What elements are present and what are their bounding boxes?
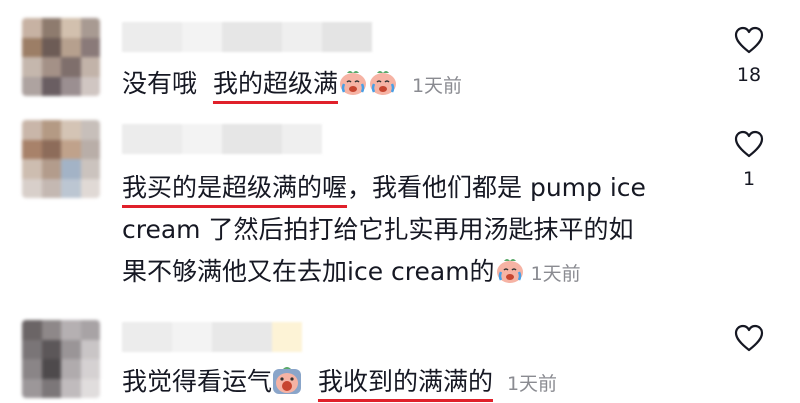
heart-icon xyxy=(734,26,764,54)
avatar[interactable] xyxy=(22,120,100,198)
comment-plain-text: 我觉得看运气 xyxy=(122,367,273,396)
comment-line: 果不够满他又在去加ice cream的 1天前 xyxy=(122,255,581,286)
comment-line: cream 了然后拍打给它扎实再用汤匙抹平的如 xyxy=(122,215,634,244)
avatar[interactable] xyxy=(22,320,100,398)
comment-text: 我买的是超级满的喔，我看他们都是 pump ice cream 了然后拍打给它扎… xyxy=(122,170,646,292)
comment-text: 没有哦 我的超级满 1天前 xyxy=(122,66,462,104)
username-blurred[interactable] xyxy=(122,322,302,352)
like-button[interactable]: 1 xyxy=(734,130,764,190)
comment-time: 1天前 xyxy=(530,263,581,285)
crying-face-emoji xyxy=(338,67,368,97)
comment-plain-text: 没有哦 xyxy=(122,69,198,98)
crying-face-emoji xyxy=(368,67,398,97)
comment-highlighted-text: 我买的是超级满的喔 xyxy=(122,173,348,202)
like-count: 1 xyxy=(742,168,756,190)
like-count: 18 xyxy=(736,64,762,86)
username-blurred[interactable] xyxy=(122,124,322,154)
comment-highlighted-text: 我的超级满 xyxy=(213,69,398,98)
heart-icon xyxy=(734,130,764,158)
crying-face-emoji xyxy=(495,255,525,285)
comment-highlighted-text: 我收到的满满的 xyxy=(317,367,493,396)
heart-icon xyxy=(734,324,764,352)
screaming-face-emoji xyxy=(272,365,302,395)
comment-plain-text: ，我看他们都是 pump ice xyxy=(347,173,646,202)
like-button[interactable]: 18 xyxy=(734,26,764,86)
comment-text: 我觉得看运气 我收到的满满的 1天前 xyxy=(122,364,557,402)
like-button[interactable] xyxy=(734,324,764,356)
comment-time: 1天前 xyxy=(506,373,558,395)
username-blurred[interactable] xyxy=(122,22,372,52)
comment-line: 我买的是超级满的喔，我看他们都是 pump ice xyxy=(122,170,646,206)
avatar[interactable] xyxy=(22,18,100,96)
comment-time: 1天前 xyxy=(411,75,463,97)
